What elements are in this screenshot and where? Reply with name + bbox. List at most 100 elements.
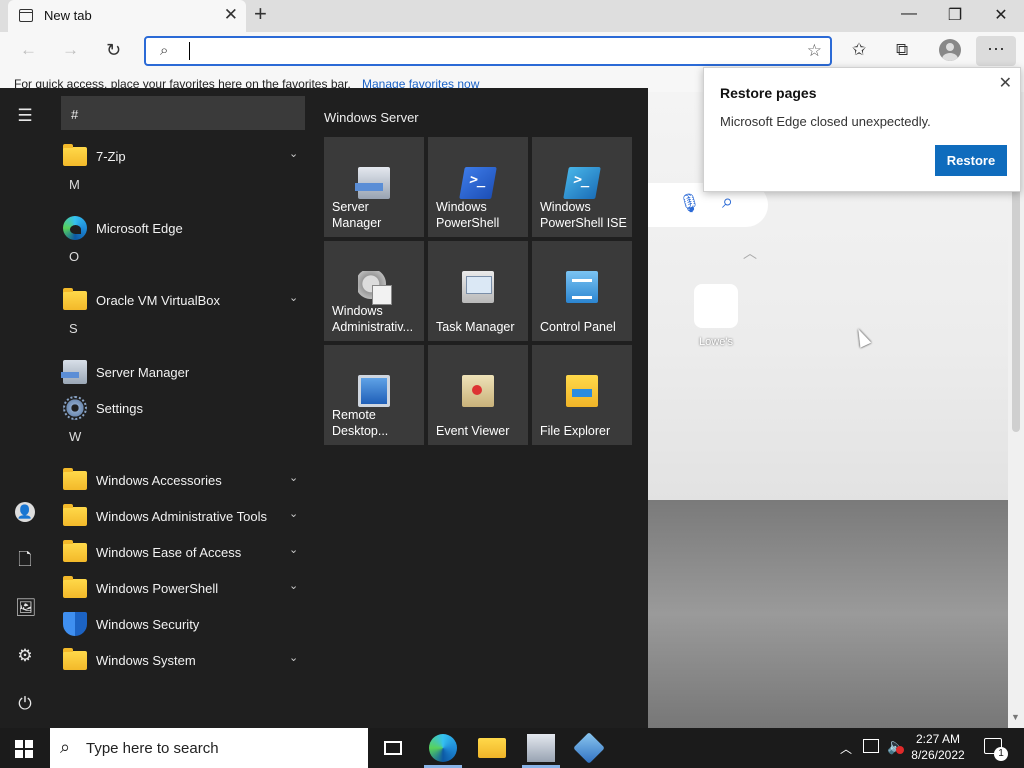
app-list-item[interactable]: Oracle VM VirtualBox ⌄ bbox=[61, 282, 305, 318]
app-list-item[interactable]: Windows Security bbox=[61, 606, 305, 642]
letter-header-w[interactable]: W bbox=[69, 429, 81, 444]
chevron-down-icon[interactable]: ⌄ bbox=[289, 579, 298, 592]
start-button[interactable] bbox=[0, 728, 48, 768]
restore-window-button[interactable]: ❐ bbox=[932, 5, 978, 25]
start-tile[interactable]: Control Panel bbox=[532, 241, 632, 341]
favorites-icon[interactable]: ✩ bbox=[852, 40, 866, 60]
server-manager-icon bbox=[61, 360, 87, 384]
shield-icon bbox=[63, 612, 87, 636]
start-tile[interactable]: Windows PowerShell bbox=[428, 137, 528, 237]
windows-logo-icon bbox=[15, 750, 23, 758]
folder-icon bbox=[63, 576, 87, 598]
text-caret bbox=[189, 42, 190, 60]
address-bar[interactable]: ⌕ ☆ bbox=[144, 36, 832, 66]
microphone-icon[interactable]: 🎙 bbox=[678, 193, 701, 214]
start-tile[interactable]: Event Viewer bbox=[428, 345, 528, 445]
app-list-item-label: Windows Administrative Tools bbox=[96, 509, 267, 524]
settings-gear-icon[interactable]: ⚙ bbox=[15, 646, 35, 666]
chevron-down-icon[interactable]: ⌄ bbox=[289, 147, 298, 160]
file-explorer-taskbar-icon[interactable] bbox=[478, 738, 506, 758]
search-icon[interactable]: ⌕ bbox=[722, 191, 733, 214]
app-list-item[interactable]: Server Manager bbox=[61, 354, 305, 390]
taskbar-clock[interactable]: 2:27 AM 8/26/2022 bbox=[906, 731, 970, 763]
volume-muted-icon[interactable]: 🔈 bbox=[887, 737, 906, 755]
start-tile[interactable]: Windows PowerShell ISE bbox=[532, 137, 632, 237]
add-favorite-star-icon[interactable]: ☆ bbox=[807, 41, 822, 61]
app-list-item[interactable]: Settings bbox=[61, 390, 305, 426]
start-tile[interactable]: Remote Desktop... bbox=[324, 345, 424, 445]
clock-time: 2:27 AM bbox=[915, 732, 961, 746]
power-icon[interactable]: ⏻ bbox=[15, 694, 35, 714]
server-manager-taskbar-icon[interactable] bbox=[527, 734, 555, 762]
user-account-icon[interactable]: 👤 bbox=[15, 502, 35, 522]
collections-icon[interactable]: ⧉ bbox=[896, 40, 908, 60]
tiles-group-header: Windows Server bbox=[324, 110, 419, 125]
restore-button[interactable]: Restore bbox=[935, 145, 1007, 176]
close-window-button[interactable]: ✕ bbox=[978, 5, 1024, 25]
folder-icon bbox=[63, 144, 87, 166]
letter-header-label: # bbox=[71, 107, 79, 122]
chevron-up-icon[interactable]: ︿ bbox=[743, 243, 757, 263]
new-tab-page-icon bbox=[19, 9, 33, 22]
file-explorer-icon bbox=[566, 375, 598, 407]
task-view-icon[interactable] bbox=[384, 741, 402, 755]
letter-header-s[interactable]: S bbox=[69, 321, 78, 336]
start-tile-label: Remote Desktop... bbox=[332, 408, 389, 438]
start-menu: ☰ 👤 🗋 🖼 ⚙ ⏻ # 7-Zip ⌄ M Microsoft Edge O Orac… bbox=[0, 88, 648, 728]
refresh-icon[interactable]: ↻ bbox=[106, 40, 121, 61]
chevron-down-icon[interactable]: ⌄ bbox=[289, 507, 298, 520]
tab-new-tab[interactable]: New tab ✕ bbox=[8, 0, 246, 32]
app-list-item[interactable]: Windows PowerShell ⌄ bbox=[61, 570, 305, 606]
restore-popup-message: Microsoft Edge closed unexpectedly. bbox=[720, 114, 931, 129]
app-list-item-label: Microsoft Edge bbox=[96, 221, 183, 236]
app-list-item[interactable]: Windows Ease of Access ⌄ bbox=[61, 534, 305, 570]
remote-desktop-icon bbox=[358, 375, 390, 407]
start-tile[interactable]: Server Manager bbox=[324, 137, 424, 237]
chevron-down-icon[interactable]: ⌄ bbox=[289, 291, 298, 304]
navigation-bar: ← → ↻ ⌕ ☆ ✩ ⧉ bbox=[0, 32, 1024, 70]
quick-link-tile[interactable] bbox=[694, 284, 738, 328]
restore-pages-popup: Restore pages ✕ Microsoft Edge closed un… bbox=[703, 67, 1021, 192]
forward-icon[interactable]: → bbox=[62, 40, 79, 60]
settings-and-more-button[interactable]: ··· bbox=[976, 36, 1016, 66]
hamburger-menu-icon[interactable]: ☰ bbox=[15, 106, 35, 126]
taskbar-search-box[interactable]: ⌕ bbox=[50, 728, 368, 768]
letter-header-hash[interactable]: # bbox=[61, 96, 305, 130]
app-list-item[interactable]: Windows System ⌄ bbox=[61, 642, 305, 678]
address-input[interactable] bbox=[186, 41, 786, 61]
letter-header-o[interactable]: O bbox=[69, 249, 79, 264]
start-tile[interactable]: Windows Administrativ... bbox=[324, 241, 424, 341]
letter-header-m[interactable]: M bbox=[69, 177, 80, 192]
notification-count-badge: 1 bbox=[994, 747, 1008, 761]
app-list-item[interactable]: Microsoft Edge bbox=[61, 210, 305, 246]
profile-avatar-icon[interactable] bbox=[939, 39, 961, 61]
new-tab-button[interactable]: + bbox=[254, 3, 267, 25]
event-viewer-icon bbox=[462, 375, 494, 407]
taskbar-search-input[interactable] bbox=[86, 738, 356, 758]
back-icon[interactable]: ← bbox=[20, 40, 37, 60]
windows-logo-icon bbox=[25, 750, 33, 758]
quick-link-label[interactable]: Lowe's bbox=[690, 336, 742, 348]
app-list-item[interactable]: Windows Administrative Tools ⌄ bbox=[61, 498, 305, 534]
network-icon[interactable] bbox=[863, 739, 879, 753]
scroll-down-arrow-icon[interactable]: ▼ bbox=[1011, 712, 1020, 722]
app-list-item[interactable]: Windows Accessories ⌄ bbox=[61, 462, 305, 498]
show-hidden-icons-chevron-icon[interactable]: ︿ bbox=[840, 740, 852, 757]
windows-logo-icon bbox=[15, 740, 23, 748]
folder-icon bbox=[63, 648, 87, 670]
pictures-icon[interactable]: 🖼 bbox=[15, 598, 37, 618]
start-tile[interactable]: File Explorer bbox=[532, 345, 632, 445]
app-list-item-label: Oracle VM VirtualBox bbox=[96, 293, 221, 308]
restore-popup-close-icon[interactable]: ✕ bbox=[999, 73, 1012, 93]
chevron-down-icon[interactable]: ⌄ bbox=[289, 651, 298, 664]
folder-icon bbox=[63, 540, 87, 562]
app-list-item[interactable]: 7-Zip ⌄ bbox=[61, 138, 305, 174]
chevron-down-icon[interactable]: ⌄ bbox=[289, 471, 298, 484]
chevron-down-icon[interactable]: ⌄ bbox=[289, 543, 298, 556]
virtualbox-taskbar-icon[interactable] bbox=[573, 732, 605, 764]
edge-taskbar-icon[interactable] bbox=[429, 734, 457, 762]
documents-icon[interactable]: 🗋 bbox=[15, 550, 35, 570]
tab-close-button[interactable]: ✕ bbox=[224, 6, 238, 23]
minimize-button[interactable]: — bbox=[886, 5, 932, 23]
start-tile[interactable]: Task Manager bbox=[428, 241, 528, 341]
